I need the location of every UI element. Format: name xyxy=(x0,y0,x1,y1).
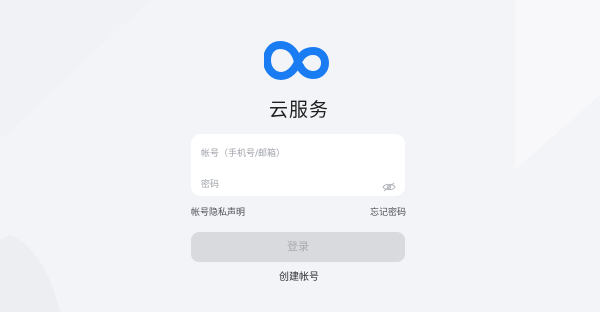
password-visibility-toggle[interactable] xyxy=(382,177,396,192)
app-logo xyxy=(263,38,332,86)
password-field[interactable]: 密码 xyxy=(201,177,219,190)
app-title: 云服务 xyxy=(268,99,329,121)
login-button[interactable]: 登录 xyxy=(191,232,405,262)
account-field[interactable]: 帐号（手机号/邮箱） xyxy=(201,146,285,159)
infinity-cloud-logo-icon xyxy=(263,41,329,80)
eye-off-icon xyxy=(382,182,396,192)
forgot-password-link[interactable]: 忘记密码 xyxy=(370,205,406,218)
privacy-statement-link[interactable]: 帐号隐私声明 xyxy=(191,205,245,218)
login-form-card: 帐号（手机号/邮箱） 密码 xyxy=(191,134,405,196)
create-account-link[interactable]: 创建帐号 xyxy=(0,268,598,283)
